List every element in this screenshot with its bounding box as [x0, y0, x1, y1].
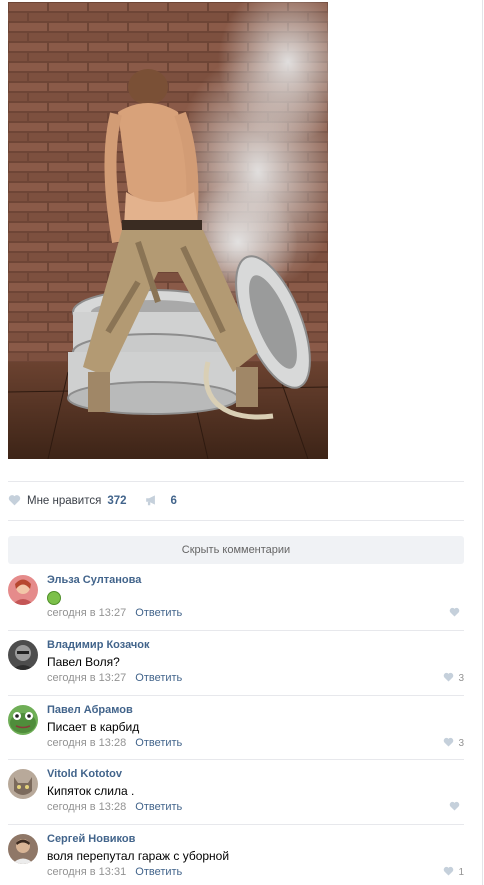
reply-link[interactable]: Ответить [135, 801, 182, 813]
comment-item: Vitold Kototov Кипяток слила . сегодня в… [8, 760, 464, 826]
post-actions-bar: Мне нравится 372 6 [8, 481, 464, 521]
hide-comments-button[interactable]: Скрыть комментарии [8, 536, 464, 564]
comment-item: Эльза Султанова сегодня в 13:27 Ответить [8, 566, 464, 631]
comment-item: Павел Абрамов Писает в карбид сегодня в … [8, 696, 464, 761]
comment-author[interactable]: Vitold Kototov [47, 768, 122, 780]
like-count: 372 [107, 495, 127, 507]
heart-icon [449, 801, 460, 814]
comment-like-button[interactable] [449, 801, 464, 814]
share-button[interactable]: 6 [145, 494, 177, 509]
avatar[interactable] [8, 639, 38, 670]
comment-like-button[interactable]: 3 [443, 737, 464, 750]
comment-meta: сегодня в 13:27 Ответить [47, 607, 182, 619]
post-photo[interactable] [8, 2, 328, 459]
comment-like-button[interactable] [449, 607, 464, 620]
comment-like-button[interactable]: 1 [443, 866, 464, 879]
comment-text: воля перепутал гараж с уборной [47, 849, 230, 864]
avatar[interactable] [8, 834, 38, 865]
comment-author[interactable]: Павел Абрамов [47, 704, 133, 716]
comment-text: Кипяток слила . [47, 784, 135, 799]
heart-icon [443, 866, 454, 879]
comment-meta: сегодня в 13:28 Ответить [47, 801, 182, 813]
heart-icon [8, 494, 27, 509]
avatar[interactable] [8, 704, 38, 735]
comment-like-count: 3 [458, 737, 464, 749]
reply-link[interactable]: Ответить [135, 672, 182, 684]
comment-item: Владимир Козачок Павел Воля? сегодня в 1… [8, 631, 464, 696]
comment-time[interactable]: сегодня в 13:28 [47, 737, 126, 749]
comment-item: Сергей Новиков воля перепутал гараж с уб… [8, 825, 464, 885]
comment-like-button[interactable]: 3 [443, 672, 464, 685]
comment-like-count: 3 [458, 672, 464, 684]
avatar[interactable] [8, 769, 38, 800]
comment-text [47, 590, 61, 607]
heart-icon [443, 737, 454, 750]
comment-author[interactable]: Владимир Козачок [47, 639, 150, 651]
comment-like-count: 1 [458, 867, 464, 879]
comment-meta: сегодня в 13:27 Ответить [47, 672, 182, 684]
comment-author[interactable]: Эльза Султанова [47, 574, 141, 586]
like-button[interactable]: Мне нравится 372 [8, 494, 127, 509]
megaphone-icon [145, 494, 165, 509]
comment-author[interactable]: Сергей Новиков [47, 833, 135, 845]
comment-time[interactable]: сегодня в 13:31 [47, 866, 126, 878]
share-count: 6 [170, 495, 177, 507]
comment-text: Павел Воля? [47, 654, 120, 669]
heart-icon [449, 607, 460, 620]
comment-text: Писает в карбид [47, 719, 140, 734]
photo-illustration [8, 2, 328, 459]
avatar[interactable] [8, 575, 38, 605]
comment-time[interactable]: сегодня в 13:27 [47, 672, 126, 684]
comment-time[interactable]: сегодня в 13:28 [47, 801, 126, 813]
comment-meta: сегодня в 13:28 Ответить [47, 737, 182, 749]
reply-link[interactable]: Ответить [135, 607, 182, 619]
comment-time[interactable]: сегодня в 13:27 [47, 607, 126, 619]
nauseated-face-emoji-icon [47, 591, 61, 605]
like-label: Мне нравится [27, 495, 102, 507]
reply-link[interactable]: Ответить [135, 866, 182, 878]
heart-icon [443, 672, 454, 685]
page-right-border [482, 0, 483, 885]
comment-meta: сегодня в 13:31 Ответить [47, 866, 182, 878]
reply-link[interactable]: Ответить [135, 737, 182, 749]
comments-list: Эльза Султанова сегодня в 13:27 Ответить… [8, 566, 464, 885]
